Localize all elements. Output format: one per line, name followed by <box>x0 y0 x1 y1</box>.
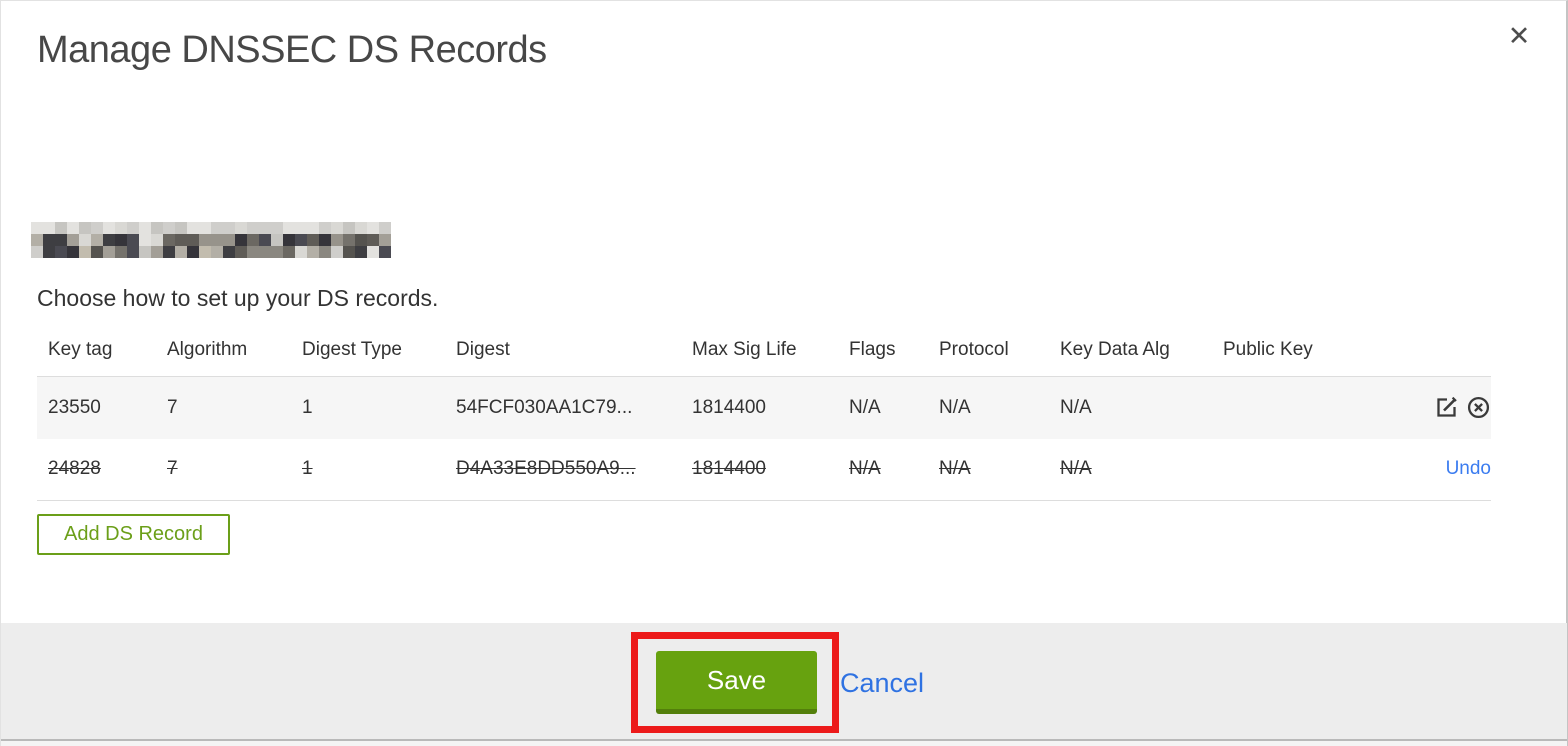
col-digest-type: Digest Type <box>302 339 402 360</box>
key-data-alg-value: N/A <box>1060 458 1092 480</box>
edit-icon <box>1434 395 1459 420</box>
col-key-data-alg: Key Data Alg <box>1060 339 1170 360</box>
algorithm-value: 7 <box>167 458 178 480</box>
digest-type-value: 1 <box>302 458 313 480</box>
key-tag-value: 24828 <box>48 458 101 480</box>
col-algorithm: Algorithm <box>167 339 248 360</box>
modal-bottom-edge <box>1 739 1567 746</box>
digest-value: 54FCF030AA1C79... <box>456 396 633 418</box>
key-tag-value: 23550 <box>48 396 101 418</box>
protocol-value: N/A <box>939 396 971 418</box>
edit-record-button[interactable] <box>1434 395 1459 420</box>
max-sig-life-value: 1814400 <box>692 396 766 418</box>
delete-record-button[interactable] <box>1466 395 1491 420</box>
col-protocol: Protocol <box>939 339 1009 360</box>
table-header-row: Key tag Algorithm Digest Type Digest Max… <box>37 329 1491 377</box>
close-icon[interactable]: ✕ <box>1499 17 1539 57</box>
key-data-alg-value: N/A <box>1060 396 1092 418</box>
ds-record-row-deleted: 24828 7 1 D4A33E8DD550A9... 1814400 N/A … <box>37 438 1491 501</box>
ds-record-row: 23550 7 1 54FCF030AA1C79... 1814400 N/A … <box>37 376 1491 439</box>
page-title: Manage DNSSEC DS Records <box>37 29 547 71</box>
col-flags: Flags <box>849 339 896 360</box>
cancel-link[interactable]: Cancel <box>840 668 924 699</box>
save-button[interactable]: Save <box>656 651 817 714</box>
delete-circle-x-icon <box>1466 395 1491 420</box>
col-digest: Digest <box>456 339 510 360</box>
digest-value: D4A33E8DD550A9... <box>456 458 636 480</box>
flags-value: N/A <box>849 458 881 480</box>
col-max-sig-life: Max Sig Life <box>692 339 797 360</box>
manage-dnssec-modal: Manage DNSSEC DS Records ✕ Choose how to… <box>0 0 1568 746</box>
col-public-key: Public Key <box>1223 339 1313 360</box>
col-key-tag: Key tag <box>48 339 113 360</box>
instruction-text: Choose how to set up your DS records. <box>37 285 439 311</box>
col-actions <box>1342 329 1491 377</box>
protocol-value: N/A <box>939 458 971 480</box>
max-sig-life-value: 1814400 <box>692 458 766 480</box>
flags-value: N/A <box>849 396 881 418</box>
add-ds-record-button[interactable]: Add DS Record <box>37 514 230 555</box>
undo-link[interactable]: Undo <box>1446 458 1491 479</box>
ds-records-table: Key tag Algorithm Digest Type Digest Max… <box>37 329 1491 501</box>
algorithm-value: 7 <box>167 396 178 418</box>
digest-type-value: 1 <box>302 396 313 418</box>
redacted-domain-name <box>31 222 391 258</box>
